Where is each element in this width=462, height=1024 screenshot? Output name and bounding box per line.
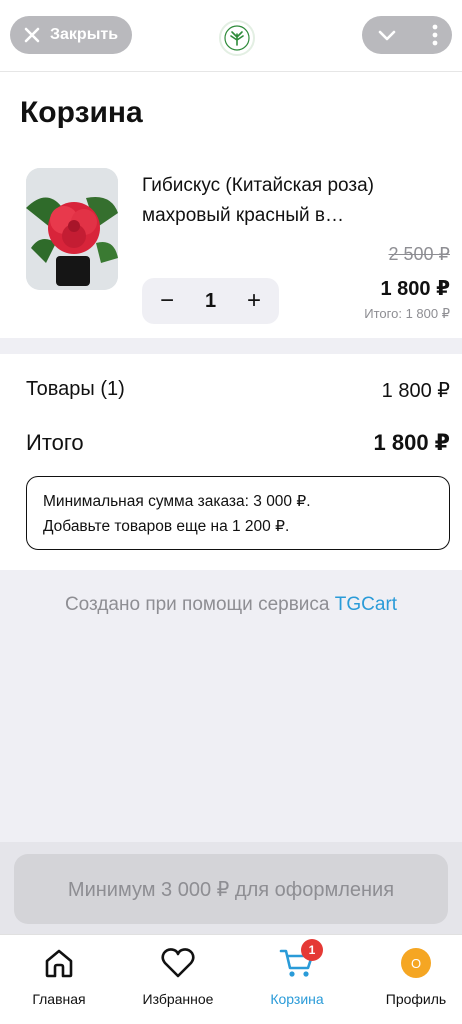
avatar: O — [401, 948, 431, 978]
product-name[interactable]: Гибискус (Китайская роза) махровый красн… — [142, 171, 422, 231]
price: 1 800 ₽ — [380, 278, 450, 300]
decrease-button[interactable]: − — [156, 287, 178, 314]
tab-cart-label: Корзина — [270, 991, 324, 1007]
tgcart-link[interactable]: TGCart — [335, 594, 397, 615]
quantity-value: 1 — [204, 289, 217, 312]
made-with-note: Создано при помощи сервиса TGCart — [0, 594, 462, 616]
tab-favorites-label: Избранное — [142, 991, 214, 1007]
home-icon — [39, 943, 79, 983]
quantity-stepper: − 1 + — [142, 278, 279, 324]
cart-card: Корзина Гибискус (Китайская роза) махров… — [0, 72, 462, 338]
more-vertical-icon[interactable] — [432, 24, 438, 46]
heart-icon — [158, 943, 198, 983]
total-value: 1 800 ₽ — [373, 430, 450, 455]
goods-label: Товары (1) — [26, 378, 125, 400]
product-image[interactable] — [26, 168, 118, 290]
close-button[interactable]: Закрыть — [10, 16, 132, 54]
tab-home-label: Главная — [32, 991, 86, 1007]
page-title: Корзина — [20, 96, 143, 129]
increase-button[interactable]: + — [243, 287, 265, 314]
old-price: 2 500 ₽ — [388, 244, 451, 264]
tab-profile[interactable]: O Профиль — [361, 943, 462, 1019]
made-with-text: Создано при помощи сервиса — [64, 594, 335, 615]
notice-line-1: Минимальная сумма заказа: 3 000 ₽. — [43, 493, 311, 510]
checkout-area: Минимум 3 000 ₽ для оформления — [0, 842, 462, 934]
top-bar: Закрыть — [0, 0, 462, 72]
tab-favorites[interactable]: Избранное — [123, 943, 233, 1019]
close-label: Закрыть — [50, 26, 119, 43]
avatar-icon: O — [396, 943, 436, 983]
item-subtotal: Итого: 1 800 ₽ — [364, 306, 450, 321]
checkout-button[interactable]: Минимум 3 000 ₽ для оформления — [14, 854, 448, 924]
cart-icon: 1 — [277, 939, 323, 983]
order-summary: Товары (1) 1 800 ₽ Итого 1 800 ₽ Минимал… — [0, 354, 462, 570]
tab-profile-label: Профиль — [385, 991, 447, 1007]
tab-cart[interactable]: 1 Корзина — [242, 939, 352, 1019]
menu-pill[interactable] — [362, 16, 452, 54]
close-icon — [24, 27, 40, 43]
goods-value: 1 800 ₽ — [381, 380, 450, 402]
tab-bar: Главная Избранное 1 Корзина O Профиль — [0, 934, 462, 1024]
notice-line-2: Добавьте товаров еще на 1 200 ₽. — [43, 518, 290, 535]
total-label: Итого — [26, 430, 84, 455]
min-order-notice: Минимальная сумма заказа: 3 000 ₽. Добав… — [26, 476, 450, 550]
plant-logo-icon — [219, 20, 255, 56]
tab-home[interactable]: Главная — [4, 943, 114, 1019]
cart-badge: 1 — [301, 939, 323, 961]
chevron-down-icon[interactable] — [376, 25, 398, 45]
